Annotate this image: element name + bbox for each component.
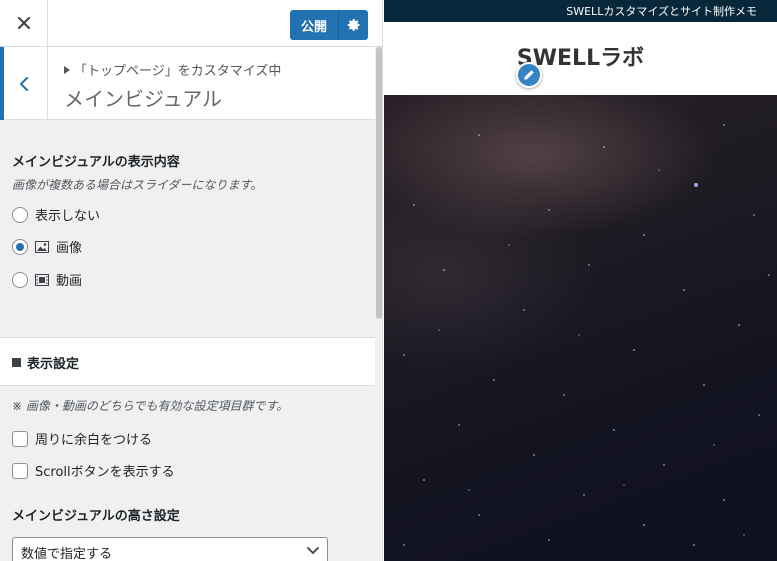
section-header: 「トップページ」をカスタマイズ中 メインビジュアル [0, 47, 375, 120]
display-settings-note: ※ 画像・動画のどちらでも有効な設定項目群です。 [12, 399, 289, 413]
publish-settings-button[interactable] [338, 10, 368, 40]
radio-option-none[interactable]: 表示しない [12, 205, 100, 224]
control-display-title: メインビジュアルの表示内容 [12, 155, 180, 170]
gear-icon [347, 19, 360, 31]
radio-label: 画像 [56, 241, 83, 256]
chevron-left-icon [19, 76, 28, 91]
radio-option-image[interactable]: 画像 [12, 237, 82, 256]
height-setting-title: メインビジュアルの高さ設定 [12, 509, 180, 524]
checkbox-label: Scrollボタンを表示する [35, 465, 175, 480]
back-button[interactable] [0, 47, 48, 120]
height-mode-select-value: 数値で指定する [21, 547, 113, 561]
checkbox[interactable] [12, 430, 28, 447]
video-icon [35, 273, 49, 286]
breadcrumb: 「トップページ」をカスタマイズ中 [64, 60, 281, 79]
radio-label: 表示しない [35, 209, 101, 224]
close-icon [17, 17, 30, 29]
radio-button[interactable] [12, 271, 28, 288]
customizer-header: 公開 [0, 0, 382, 47]
scrollbar-thumb[interactable] [376, 47, 382, 319]
main-visual-image [384, 95, 777, 561]
header-top-strip: SWELLカスタマイズとサイト制作メモ [384, 0, 777, 22]
display-settings-heading-band: 表示設定 [0, 337, 375, 386]
checkbox-scroll-button[interactable]: Scrollボタンを表示する [12, 461, 175, 480]
radio-button-checked[interactable] [12, 238, 28, 255]
chevron-down-icon [307, 547, 319, 555]
publish-group: 公開 [290, 10, 368, 40]
image-icon [35, 240, 49, 253]
display-settings-heading-text: 表示設定 [27, 357, 80, 372]
caret-right-icon [64, 65, 70, 74]
control-display-description: 画像が複数ある場合はスライダーになります。 [12, 178, 263, 192]
site-title[interactable]: SWELLラボ [384, 40, 777, 72]
radio-button[interactable] [12, 206, 28, 223]
pencil-icon [524, 70, 534, 80]
site-preview: SWELLカスタマイズとサイト制作メモ SWELLラボ [384, 0, 777, 561]
display-settings-heading: 表示設定 [12, 353, 79, 372]
starfield [403, 124, 770, 546]
breadcrumb-text: 「トップページ」をカスタマイズ中 [74, 64, 282, 79]
customizer-sidebar: 公開 「トップページ」をカスタマイズ中 メインビジュアル メインビジュアルの表示… [0, 0, 383, 561]
radio-option-video[interactable]: 動画 [12, 270, 82, 289]
checkbox-margin[interactable]: 周りに余白をつける [12, 429, 152, 448]
publish-button[interactable]: 公開 [290, 10, 338, 40]
close-customizer-button[interactable] [0, 0, 48, 46]
radio-label: 動画 [56, 274, 83, 289]
height-mode-select[interactable]: 数値で指定する [12, 537, 328, 561]
edit-shortcut-button[interactable] [516, 62, 542, 88]
site-tagline: SWELLカスタマイズとサイト制作メモ [566, 5, 757, 18]
section-title: メインビジュアル [64, 87, 222, 111]
sidebar-scrollbar[interactable] [375, 47, 382, 561]
checkbox-label: 周りに余白をつける [35, 433, 153, 448]
checkbox[interactable] [12, 462, 28, 479]
square-bullet-icon [12, 358, 21, 367]
